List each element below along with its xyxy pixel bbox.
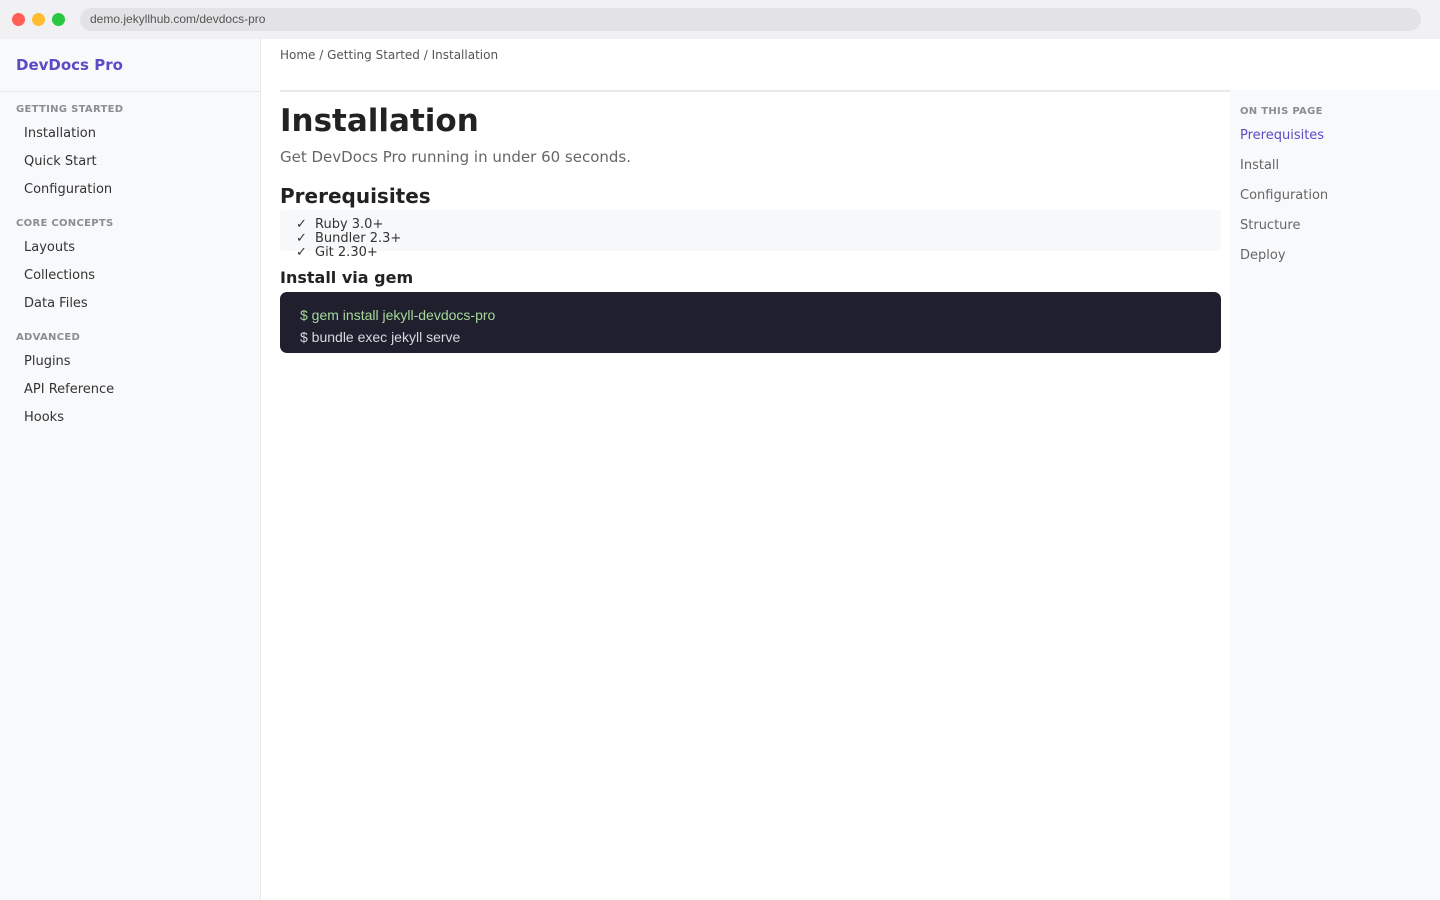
check-icon: ✓ xyxy=(296,245,307,260)
sidebar-item-plugins[interactable]: Plugins xyxy=(24,354,71,369)
sidebar-item-api-reference[interactable]: API Reference xyxy=(24,382,114,397)
list-item: ✓ Git 2.30+ xyxy=(296,246,378,260)
toc-item-structure[interactable]: Structure xyxy=(1240,218,1300,233)
breadcrumb-current: Installation xyxy=(431,48,499,62)
install-heading: Install via gem xyxy=(280,268,414,287)
breadcrumb-separator: / xyxy=(319,48,328,62)
sidebar-item-data-files[interactable]: Data Files xyxy=(24,296,88,311)
sidebar-item-collections[interactable]: Collections xyxy=(24,268,95,283)
code-block[interactable]: $ gem install jekyll-devdocs-pro $ bundl… xyxy=(280,292,1221,353)
sidebar-section-advanced: ADVANCED xyxy=(16,332,81,343)
close-window-button[interactable] xyxy=(12,13,25,26)
breadcrumb-getting-started[interactable]: Getting Started xyxy=(327,48,420,62)
page-subtitle: Get DevDocs Pro running in under 60 seco… xyxy=(280,148,632,166)
breadcrumb-home[interactable]: Home xyxy=(280,48,315,62)
sidebar-item-hooks[interactable]: Hooks xyxy=(24,410,64,425)
sidebar-item-quick-start[interactable]: Quick Start xyxy=(24,154,97,169)
sidebar-item-configuration[interactable]: Configuration xyxy=(24,182,112,197)
maximize-window-button[interactable] xyxy=(52,13,65,26)
toc-item-install[interactable]: Install xyxy=(1240,158,1279,173)
prerequisites-heading: Prerequisites xyxy=(280,184,431,208)
toc-item-prerequisites[interactable]: Prerequisites xyxy=(1240,128,1324,143)
sidebar: DevDocs Pro GETTING STARTED Installation… xyxy=(0,39,261,900)
sidebar-item-installation[interactable]: Installation xyxy=(24,126,96,141)
table-of-contents: ON THIS PAGE Prerequisites Install Confi… xyxy=(1230,90,1440,900)
sidebar-section-getting-started: GETTING STARTED xyxy=(16,104,124,115)
address-bar[interactable]: demo.jekyllhub.com/devdocs-pro xyxy=(80,8,1421,31)
breadcrumb-separator: / xyxy=(423,48,432,62)
toc-title: ON THIS PAGE xyxy=(1240,106,1323,117)
minimize-window-button[interactable] xyxy=(32,13,45,26)
breadcrumb: Home / Getting Started / Installation xyxy=(280,48,498,62)
code-line: $ bundle exec jekyll serve xyxy=(300,329,461,345)
list-item: ✓ Bundler 2.3+ xyxy=(296,232,401,246)
list-item: ✓ Ruby 3.0+ xyxy=(296,218,383,232)
prerequisites-list: ✓ Ruby 3.0+ ✓ Bundler 2.3+ ✓ Git 2.30+ xyxy=(280,210,1221,260)
prerequisite-label: Git 2.30+ xyxy=(315,245,378,260)
prerequisite-label: Ruby 3.0+ xyxy=(315,217,384,232)
address-bar-url: demo.jekyllhub.com/devdocs-pro xyxy=(90,12,266,26)
sidebar-section-core-concepts: CORE CONCEPTS xyxy=(16,218,114,229)
prerequisite-label: Bundler 2.3+ xyxy=(315,231,402,246)
brand-logo[interactable]: DevDocs Pro xyxy=(16,56,123,74)
page-title: Installation xyxy=(280,103,479,139)
sidebar-item-layouts[interactable]: Layouts xyxy=(24,240,75,255)
sidebar-divider xyxy=(0,91,260,92)
toc-item-configuration[interactable]: Configuration xyxy=(1240,188,1328,203)
toc-item-deploy[interactable]: Deploy xyxy=(1240,248,1286,263)
browser-chrome: demo.jekyllhub.com/devdocs-pro xyxy=(0,0,1440,39)
header-divider xyxy=(280,90,1230,92)
code-line: $ gem install jekyll-devdocs-pro xyxy=(300,307,496,323)
check-icon: ✓ xyxy=(296,217,307,232)
check-icon: ✓ xyxy=(296,231,307,246)
